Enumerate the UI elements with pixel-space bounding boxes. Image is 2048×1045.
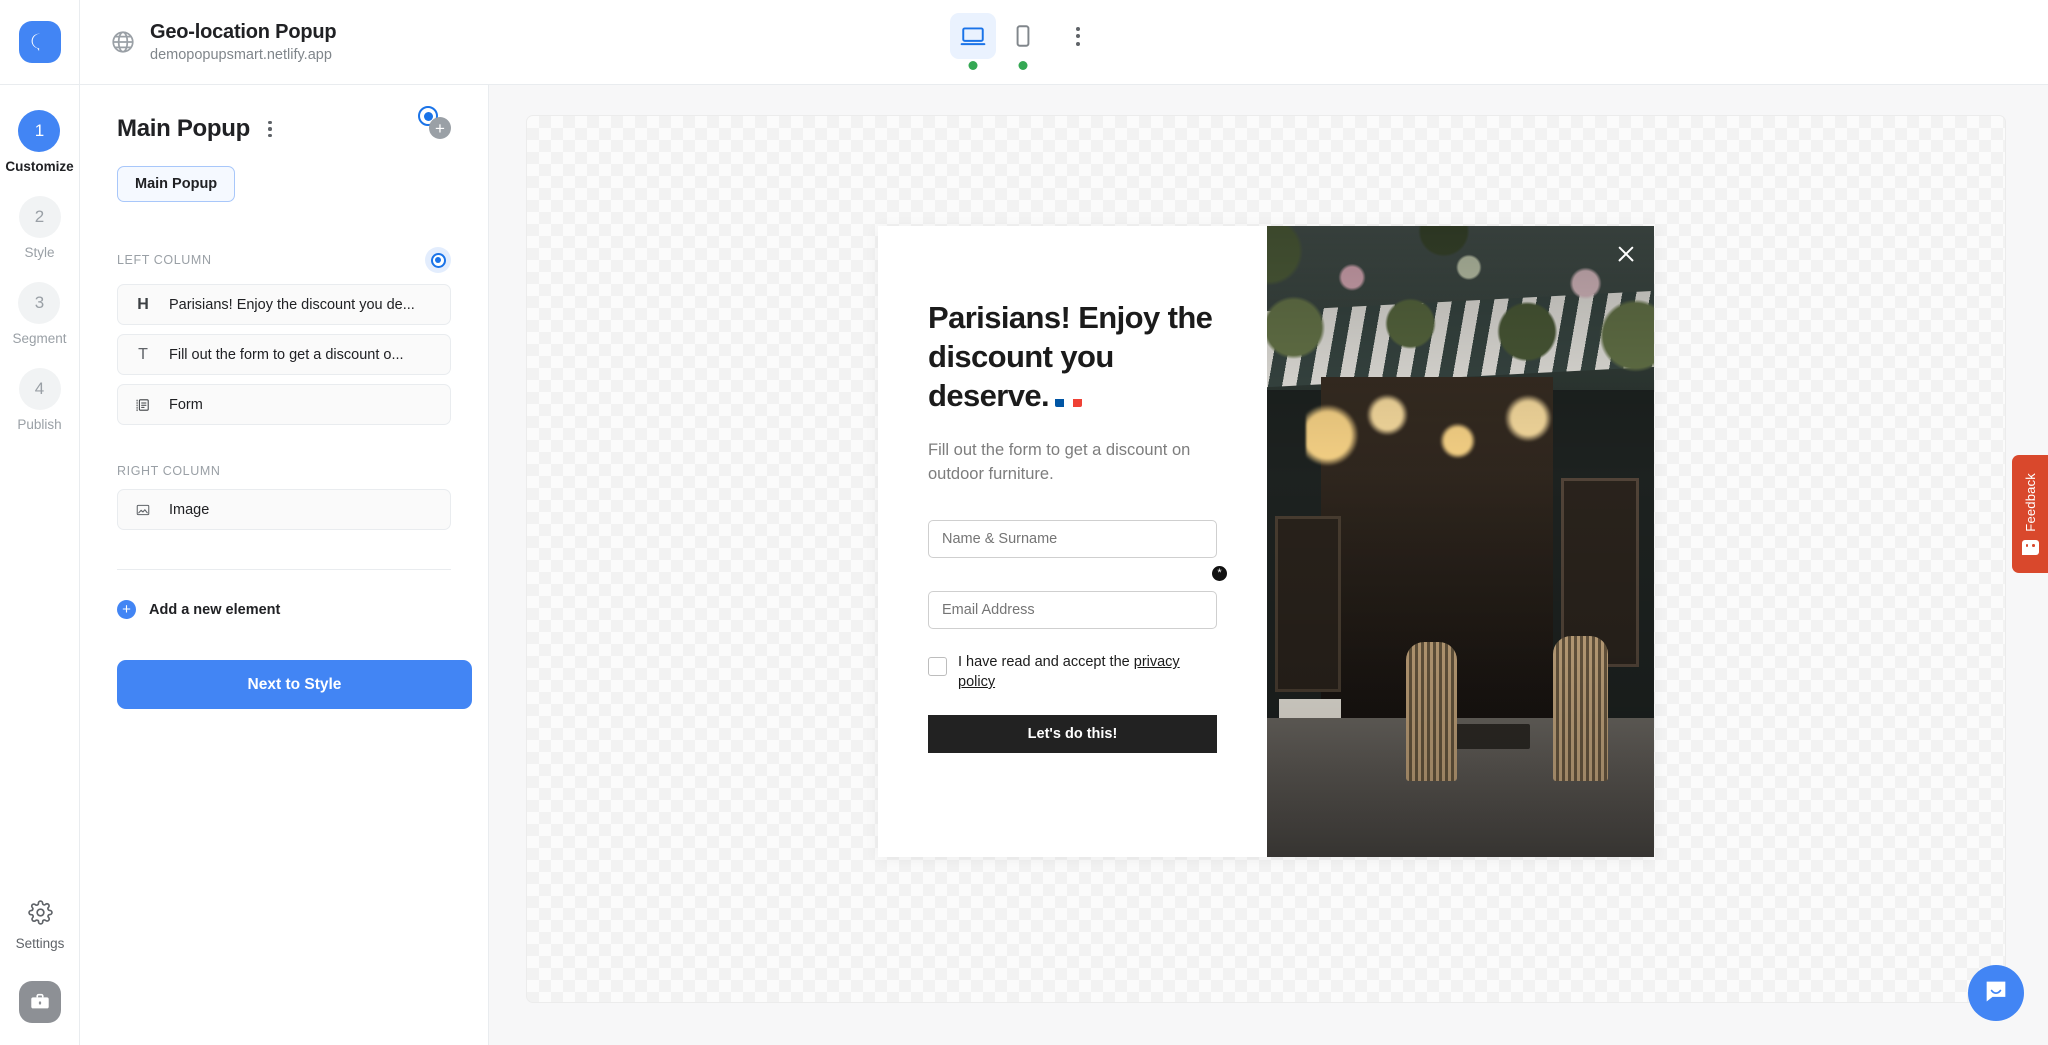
canvas-area: Parisians! Enjoy the discount you deserv… xyxy=(489,85,2048,1045)
smiley-face-icon xyxy=(2022,540,2039,555)
gear-icon xyxy=(28,900,53,930)
settings-label: Settings xyxy=(16,936,65,951)
element-heading[interactable]: H Parisians! Enjoy the discount you de..… xyxy=(117,284,451,325)
parisian-cafe-photo xyxy=(1267,226,1654,857)
email-field[interactable] xyxy=(928,591,1217,629)
step-label: Customize xyxy=(5,159,73,174)
chat-launcher-button[interactable] xyxy=(1968,965,2024,1021)
add-step-icon[interactable]: + xyxy=(429,117,451,139)
name-field-wrap xyxy=(928,487,1217,558)
close-icon[interactable] xyxy=(1615,243,1637,265)
device-mobile-button[interactable] xyxy=(1000,13,1046,59)
mobile-status-dot xyxy=(1019,61,1028,70)
element-label: Image xyxy=(169,502,209,518)
popup-right-column xyxy=(1267,226,1654,857)
heading-icon: H xyxy=(133,296,153,314)
france-flag-emoji-icon xyxy=(1055,388,1082,407)
customize-panel: Main Popup + Main Popup LEFT COLUMN H Pa… xyxy=(80,85,489,1045)
page-title: Geo-location Popup xyxy=(150,21,336,44)
email-field-wrap: * xyxy=(928,558,1217,629)
panel-title: Main Popup xyxy=(117,115,250,143)
add-new-element-label: Add a new element xyxy=(149,602,280,618)
step-label: Style xyxy=(24,245,54,260)
popup-heading: Parisians! Enjoy the discount you deserv… xyxy=(928,298,1217,416)
preview-canvas: Parisians! Enjoy the discount you deserv… xyxy=(526,115,2006,1003)
document-info: Geo-location Popup demopopupsmart.netlif… xyxy=(110,21,336,63)
popupsmart-logo-icon[interactable] xyxy=(19,21,61,63)
panel-divider xyxy=(117,569,451,570)
left-column-label: LEFT COLUMN xyxy=(117,253,212,267)
next-to-style-button[interactable]: Next to Style xyxy=(117,660,472,709)
popup-left-column: Parisians! Enjoy the discount you deserv… xyxy=(878,226,1267,857)
step-number: 3 xyxy=(18,282,60,324)
text-icon: T xyxy=(133,346,153,364)
element-image[interactable]: Image xyxy=(117,489,451,530)
step-segment[interactable]: 3 Segment xyxy=(12,282,66,346)
feedback-tab[interactable]: Feedback xyxy=(2012,455,2048,573)
topbar-more-menu-icon[interactable] xyxy=(1058,16,1098,56)
desktop-status-dot xyxy=(969,61,978,70)
brand-cell xyxy=(0,0,80,85)
document-text: Geo-location Popup demopopupsmart.netlif… xyxy=(150,21,336,63)
element-form[interactable]: Form xyxy=(117,384,451,425)
popup-subtext: Fill out the form to get a discount on o… xyxy=(928,438,1217,488)
settings-button[interactable]: Settings xyxy=(16,900,65,951)
device-desktop-button[interactable] xyxy=(950,13,996,59)
briefcase-button[interactable] xyxy=(19,981,61,1023)
left-column-header: LEFT COLUMN xyxy=(117,247,451,273)
form-icon xyxy=(133,397,153,413)
consent-checkbox[interactable] xyxy=(928,657,947,676)
popup-preview: Parisians! Enjoy the discount you deserv… xyxy=(878,226,1654,857)
steps-rail: 1 Customize 2 Style 3 Segment 4 Publish xyxy=(0,85,80,1045)
right-column-label: RIGHT COLUMN xyxy=(117,464,221,478)
consent-row: I have read and accept the privacy polic… xyxy=(928,653,1217,693)
step-number: 2 xyxy=(19,196,61,238)
step-number: 1 xyxy=(18,110,60,152)
step-label: Segment xyxy=(12,331,66,346)
consent-text: I have read and accept the privacy polic… xyxy=(958,653,1217,693)
step-number: 4 xyxy=(19,368,61,410)
panel-header: Main Popup + xyxy=(117,115,451,143)
consent-prefix: I have read and accept the xyxy=(958,654,1134,670)
element-label: Form xyxy=(169,397,203,413)
add-new-element-button[interactable]: + Add a new element xyxy=(117,600,451,619)
name-field[interactable] xyxy=(928,520,1217,558)
element-text[interactable]: T Fill out the form to get a discount o.… xyxy=(117,334,451,375)
element-label: Parisians! Enjoy the discount you de... xyxy=(169,297,415,313)
left-column-target-icon[interactable] xyxy=(425,247,451,273)
panel-header-actions: + xyxy=(418,106,464,146)
site-url: demopopupsmart.netlify.app xyxy=(150,47,336,63)
chat-bubble-icon xyxy=(1982,977,2010,1010)
right-column-header: RIGHT COLUMN xyxy=(117,464,451,478)
step-label: Publish xyxy=(17,417,61,432)
device-preview-switcher xyxy=(950,13,1098,59)
chip-main-popup[interactable]: Main Popup xyxy=(117,166,235,202)
globe-icon xyxy=(110,29,136,55)
step-publish[interactable]: 4 Publish xyxy=(17,368,61,432)
popup-cta-button[interactable]: Let's do this! xyxy=(928,715,1217,753)
plus-circle-icon: + xyxy=(117,600,136,619)
step-style[interactable]: 2 Style xyxy=(19,196,61,260)
rail-bottom: Settings xyxy=(0,900,80,1023)
feedback-label: Feedback xyxy=(2023,473,2038,532)
body: 1 Customize 2 Style 3 Segment 4 Publish xyxy=(0,85,2048,1045)
step-customize[interactable]: 1 Customize xyxy=(5,110,73,174)
image-icon xyxy=(133,502,153,518)
top-bar: Geo-location Popup demopopupsmart.netlif… xyxy=(0,0,2048,85)
required-badge: * xyxy=(1212,566,1227,581)
element-label: Fill out the form to get a discount o... xyxy=(169,347,404,363)
step-chip-row: Main Popup xyxy=(117,166,451,202)
panel-more-menu-icon[interactable] xyxy=(264,117,276,142)
app-root: Geo-location Popup demopopupsmart.netlif… xyxy=(0,0,2048,1045)
